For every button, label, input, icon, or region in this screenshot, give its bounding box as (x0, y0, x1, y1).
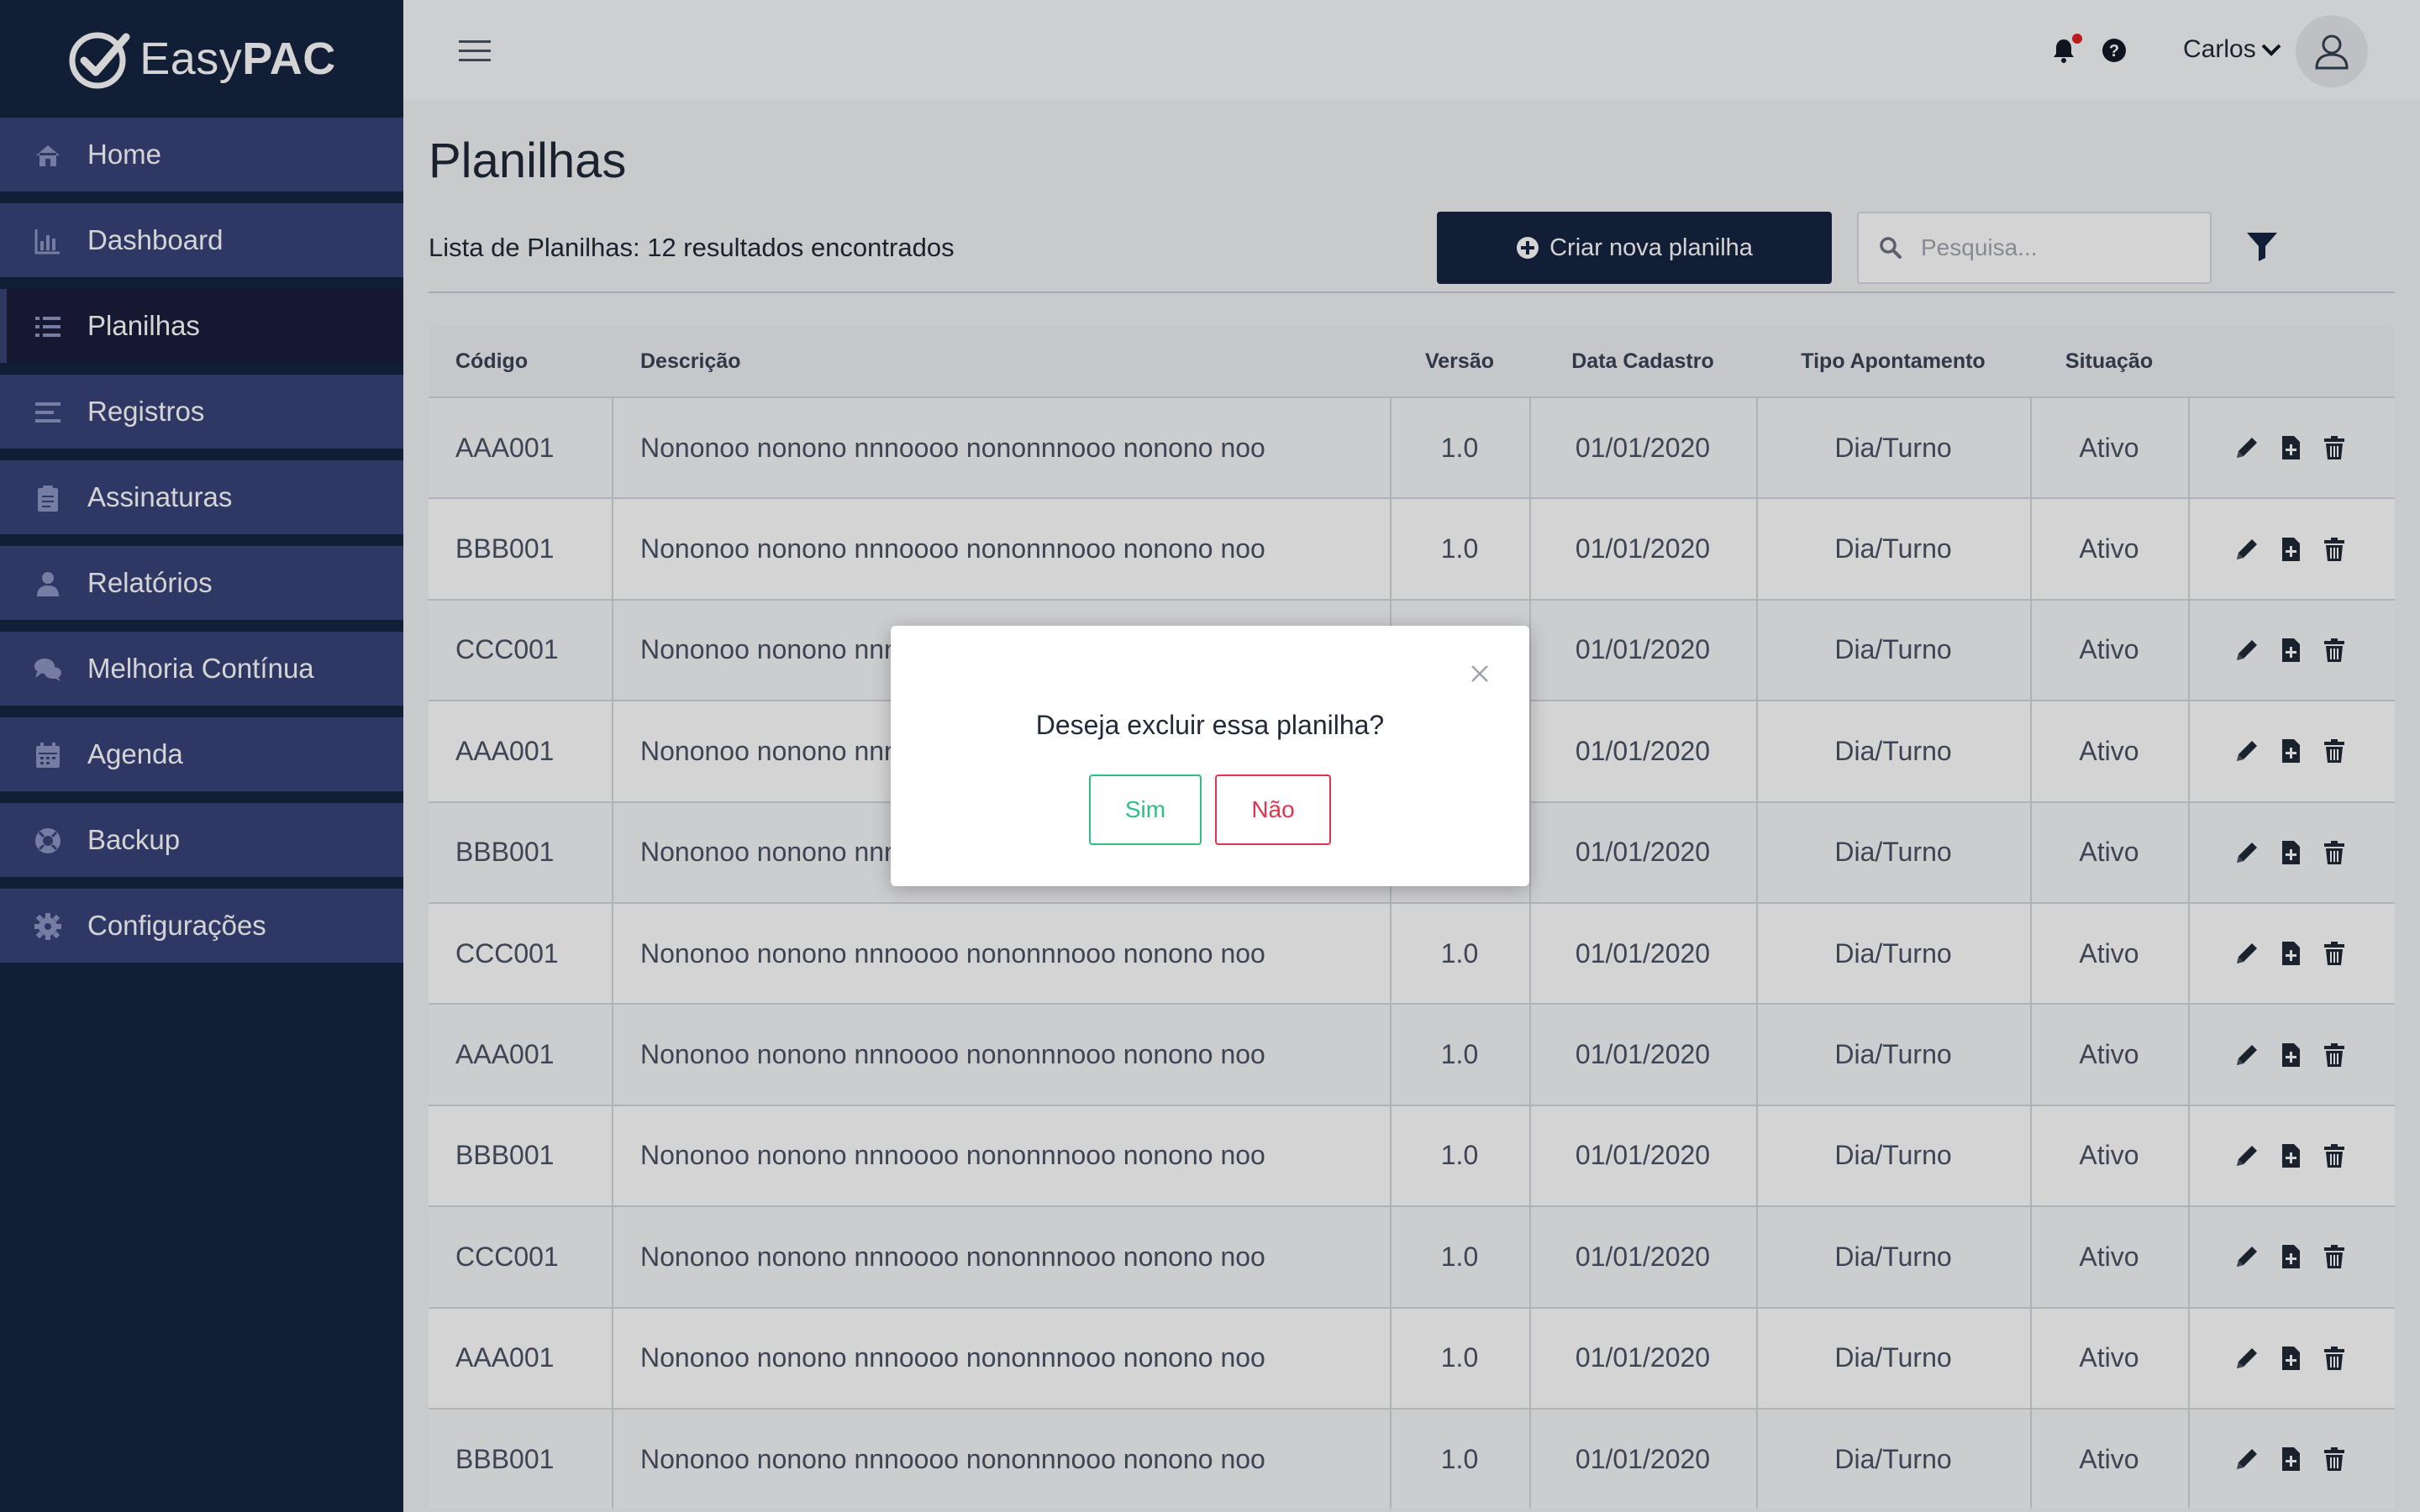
confirm-no-button[interactable]: Não (1215, 774, 1331, 845)
dialog-message: Deseja excluir essa planilha? (1035, 710, 1385, 740)
confirm-yes-button[interactable]: Sim (1089, 774, 1202, 845)
delete-confirmation-dialog: Deseja excluir essa planilha? Sim Não (891, 626, 1529, 886)
close-icon[interactable] (1469, 663, 1491, 685)
